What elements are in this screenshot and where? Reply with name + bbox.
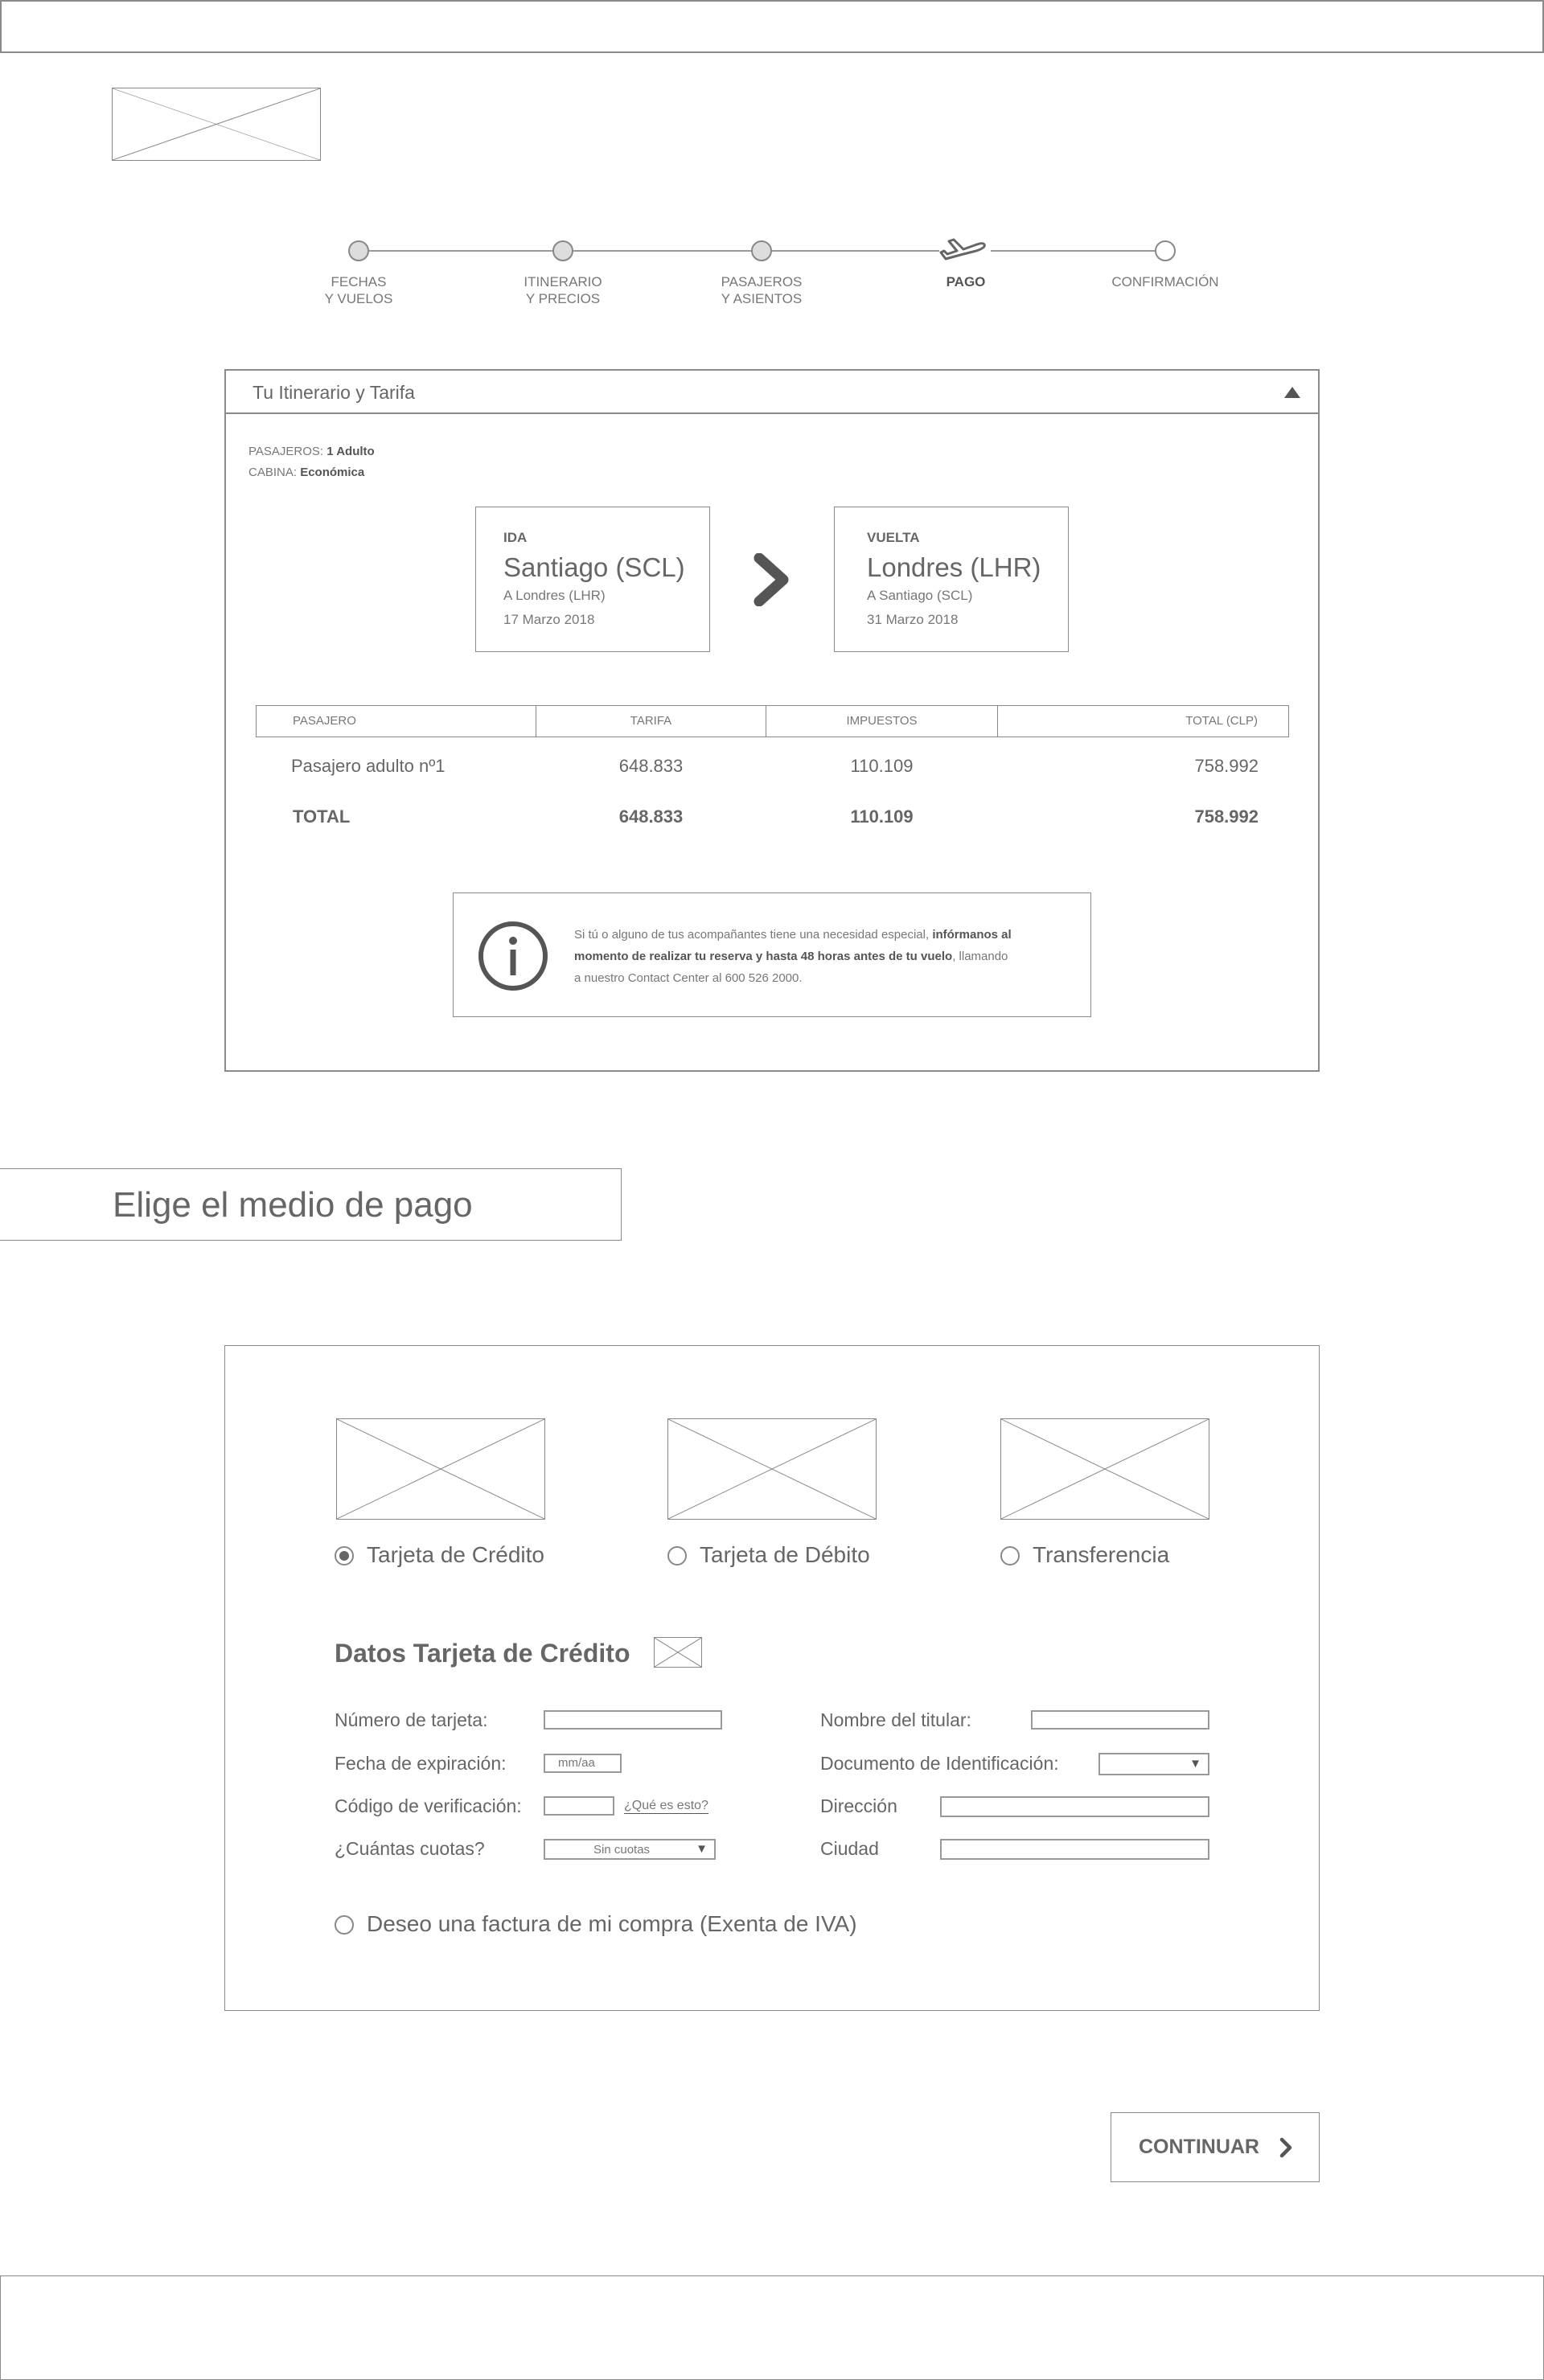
itinerary-panel-title: Tu Itinerario y Tarifa bbox=[253, 382, 415, 403]
airplane-icon bbox=[939, 235, 991, 267]
credit-card-image-placeholder bbox=[336, 1418, 545, 1520]
step-label-line: Y PRECIOS bbox=[525, 291, 601, 306]
continue-button[interactable]: CONTINUAR bbox=[1111, 2112, 1320, 2182]
info-text-part: a nuestro Contact Center al 600 526 2000… bbox=[574, 971, 803, 985]
step-label-fechas: FECHAS Y VUELOS bbox=[278, 273, 439, 307]
step-dot-confirmacion bbox=[1155, 240, 1176, 261]
info-text-part: Si tú o alguno de tus acompañantes tiene… bbox=[574, 928, 933, 942]
footer-bar bbox=[0, 2275, 1544, 2380]
step-label-line: Y VUELOS bbox=[324, 291, 393, 306]
id-document-label: Documento de Identificación: bbox=[820, 1753, 1059, 1774]
step-dot-itinerario bbox=[552, 240, 573, 261]
radio-transfer[interactable] bbox=[1000, 1546, 1020, 1565]
invoice-radio[interactable] bbox=[335, 1915, 354, 1935]
continue-label: CONTINUAR bbox=[1139, 2136, 1259, 2158]
itinerary-panel-header[interactable]: Tu Itinerario y Tarifa bbox=[224, 369, 1320, 414]
flight-tag: IDA bbox=[503, 530, 528, 545]
cvv-label: Código de verificación: bbox=[335, 1795, 522, 1816]
flight-date: 31 Marzo 2018 bbox=[867, 612, 959, 627]
info-text-bold: infórmanos al bbox=[932, 928, 1012, 942]
radio-debit-card[interactable] bbox=[667, 1546, 687, 1565]
step-label-line: Y ASIENTOS bbox=[721, 291, 803, 306]
table-header-total: TOTAL (CLP) bbox=[997, 705, 1289, 737]
table-header-impuestos: IMPUESTOS bbox=[766, 705, 998, 737]
city-input[interactable] bbox=[940, 1839, 1209, 1860]
label-credit-card[interactable]: Tarjeta de Crédito bbox=[367, 1542, 544, 1568]
cell-total-taxes: 110.109 bbox=[850, 806, 914, 827]
holder-name-label: Nombre del titular: bbox=[820, 1709, 971, 1730]
step-label-line: CONFIRMACIÓN bbox=[1111, 274, 1219, 289]
flight-city: Santiago (SCL) bbox=[503, 552, 685, 582]
address-label: Dirección bbox=[820, 1795, 897, 1816]
passengers-info: PASAJEROS: 1 Adulto bbox=[248, 445, 375, 458]
info-text-bold: momento de realizar tu reserva y hasta 4… bbox=[574, 950, 953, 963]
dropdown-arrow-icon: ▼ bbox=[696, 1842, 708, 1856]
cabin-value: Económica bbox=[300, 466, 365, 479]
cell-total: 758.992 bbox=[1194, 756, 1259, 776]
radio-credit-card[interactable] bbox=[335, 1546, 354, 1565]
step-label-confirmacion: CONFIRMACIÓN bbox=[1085, 273, 1246, 290]
info-text-part: , llamando bbox=[952, 950, 1008, 963]
address-input[interactable] bbox=[940, 1796, 1209, 1817]
step-label-itinerario: ITINERARIO Y PRECIOS bbox=[482, 273, 643, 307]
cabin-label: CABINA: bbox=[248, 466, 298, 479]
table-header-pasajero: PASAJERO bbox=[256, 705, 536, 737]
label-transfer[interactable]: Transferencia bbox=[1033, 1542, 1169, 1568]
payment-section-header: Elige el medio de pago bbox=[0, 1168, 622, 1241]
expiry-label: Fecha de expiración: bbox=[335, 1753, 507, 1774]
flight-dest: A Londres (LHR) bbox=[503, 588, 606, 603]
logo-placeholder bbox=[112, 88, 321, 161]
table-header-tarifa: TARIFA bbox=[536, 705, 766, 737]
outbound-flight-card: IDA Santiago (SCL) A Londres (LHR) 17 Ma… bbox=[475, 507, 710, 652]
card-icon-placeholder bbox=[654, 1637, 702, 1668]
dropdown-arrow-icon: ▼ bbox=[1189, 1757, 1201, 1771]
cell-fare: 648.833 bbox=[618, 756, 684, 776]
label-debit-card[interactable]: Tarjeta de Débito bbox=[700, 1542, 870, 1568]
flight-date: 17 Marzo 2018 bbox=[503, 612, 595, 627]
cvv-help-link[interactable]: ¿Qué es esto? bbox=[624, 1799, 708, 1814]
expiry-input[interactable]: mm/aa bbox=[544, 1754, 622, 1773]
flight-dest: A Santiago (SCL) bbox=[867, 588, 973, 603]
chevron-right-icon bbox=[1279, 2137, 1293, 2162]
step-dot-pasajeros bbox=[751, 240, 772, 261]
step-label-line: ITINERARIO bbox=[524, 274, 602, 289]
flight-city: Londres (LHR) bbox=[867, 552, 1041, 582]
step-label-pasajeros: PASAJEROS Y ASIENTOS bbox=[681, 273, 842, 307]
flight-tag: VUELTA bbox=[867, 530, 920, 545]
transfer-image-placeholder bbox=[1000, 1418, 1209, 1520]
top-header-bar bbox=[0, 0, 1544, 53]
invoice-label[interactable]: Deseo una factura de mi compra (Exenta d… bbox=[367, 1911, 857, 1937]
info-text: Si tú o alguno de tus acompañantes tiene… bbox=[574, 924, 1073, 989]
passengers-label: PASAJEROS: bbox=[248, 445, 324, 458]
cell-total-label: TOTAL bbox=[293, 806, 351, 827]
debit-card-image-placeholder bbox=[667, 1418, 877, 1520]
passengers-value: 1 Adulto bbox=[326, 445, 375, 458]
cell-passenger: Pasajero adulto nº1 bbox=[291, 756, 446, 776]
installments-value: Sin cuotas bbox=[593, 1843, 651, 1857]
cabin-info: CABINA: Económica bbox=[248, 466, 364, 479]
installments-select[interactable]: Sin cuotas ▼ bbox=[544, 1839, 716, 1860]
collapse-triangle-icon[interactable] bbox=[1284, 387, 1300, 398]
city-label: Ciudad bbox=[820, 1838, 879, 1859]
card-number-label: Número de tarjeta: bbox=[335, 1709, 488, 1730]
cell-total-total: 758.992 bbox=[1194, 806, 1259, 827]
return-flight-card: VUELTA Londres (LHR) A Santiago (SCL) 31… bbox=[834, 507, 1069, 652]
step-label-line: PASAJEROS bbox=[721, 274, 803, 289]
cvv-input[interactable] bbox=[544, 1796, 614, 1816]
installments-label: ¿Cuántas cuotas? bbox=[335, 1838, 485, 1859]
step-label-line: FECHAS bbox=[331, 274, 387, 289]
info-icon bbox=[478, 921, 548, 995]
step-label-line: PAGO bbox=[946, 274, 986, 289]
holder-name-input[interactable] bbox=[1031, 1710, 1209, 1730]
payment-section-title: Elige el medio de pago bbox=[113, 1185, 473, 1225]
id-document-select[interactable]: ▼ bbox=[1098, 1753, 1209, 1775]
card-number-input[interactable] bbox=[544, 1710, 722, 1730]
chevron-right-icon bbox=[753, 552, 791, 610]
special-needs-info-box: Si tú o alguno de tus acompañantes tiene… bbox=[453, 892, 1091, 1017]
step-dot-fechas bbox=[348, 240, 369, 261]
card-details-title: Datos Tarjeta de Crédito bbox=[335, 1639, 630, 1668]
cell-total-fare: 648.833 bbox=[618, 806, 684, 827]
step-label-pago: PAGO bbox=[885, 273, 1046, 290]
cell-taxes: 110.109 bbox=[850, 756, 914, 776]
